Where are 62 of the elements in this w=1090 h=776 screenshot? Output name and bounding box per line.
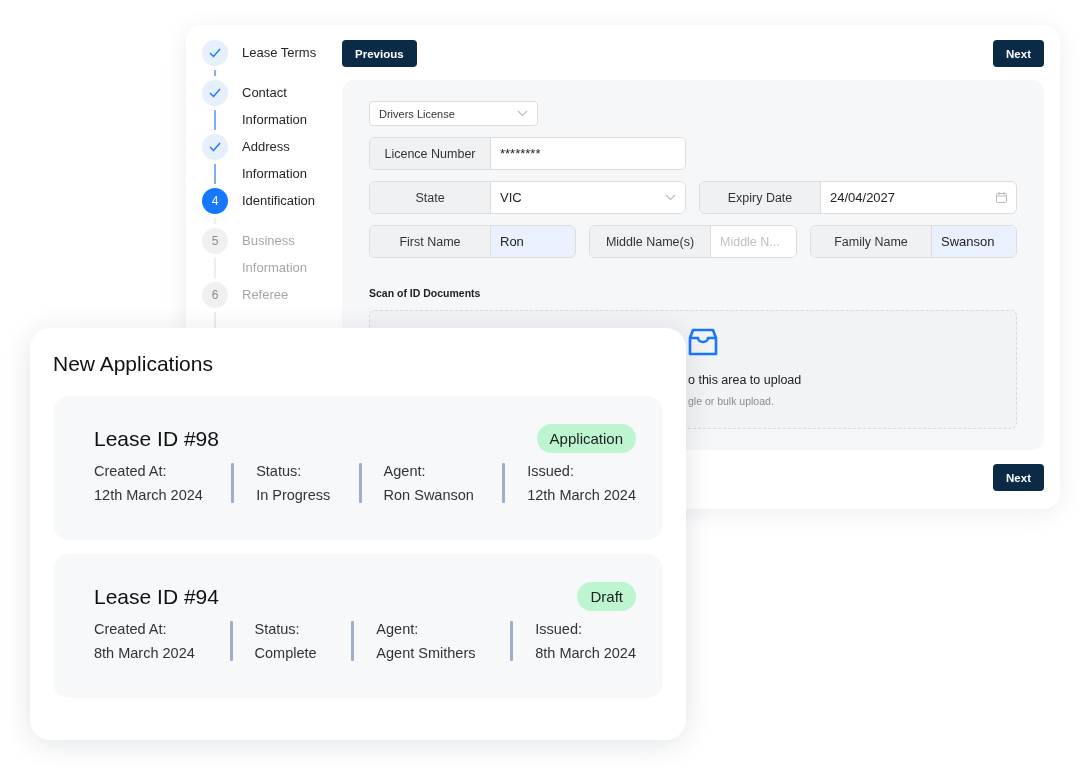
field-label: Family Name xyxy=(811,226,932,258)
card-title: New Applications xyxy=(53,352,214,376)
chevron-down-icon xyxy=(517,110,528,118)
field-value: ******** xyxy=(500,146,541,162)
input-field[interactable]: Licence Number ******** xyxy=(369,137,686,171)
application-card[interactable]: Lease ID #98 Application Created At: 12th March 2024 Status: In Progress Agent: Ron Swanson Issued: 12th March 2024 xyxy=(53,396,663,540)
document-type-select[interactable]: Drivers License xyxy=(369,101,538,127)
detail-label: Created At: xyxy=(94,621,168,637)
detail-value: 12th March 2024 xyxy=(94,487,203,503)
status-badge: Draft xyxy=(577,582,636,611)
check-icon xyxy=(209,142,221,152)
detail-value: Agent Smithers xyxy=(376,645,476,661)
detail-value: Complete xyxy=(254,645,317,661)
detail-value: 8th March 2024 xyxy=(94,645,195,661)
step-label[interactable]: Contact Information xyxy=(242,79,337,133)
field-value: Swanson xyxy=(941,234,995,250)
next-button[interactable]: Next xyxy=(993,40,1044,67)
upload-hint: gle or bulk upload. xyxy=(688,395,775,408)
lease-id: Lease ID #98 xyxy=(94,426,219,451)
next-button[interactable]: Next xyxy=(993,464,1044,491)
input-field[interactable]: Family Name Swanson xyxy=(810,225,1017,259)
detail-label: Issued: xyxy=(535,621,583,637)
lease-id: Lease ID #94 xyxy=(94,584,219,609)
detail-label: Status: xyxy=(256,463,303,479)
detail-label: Status: xyxy=(254,621,301,637)
step-number: 4 xyxy=(202,188,228,214)
calendar-icon xyxy=(996,192,1007,204)
field-value: VIC xyxy=(500,190,522,206)
step-label[interactable]: Identification xyxy=(242,187,337,214)
step-label[interactable]: Lease Terms xyxy=(242,39,337,66)
detail-label: Agent: xyxy=(376,621,420,637)
detail-value: 8th March 2024 xyxy=(535,645,636,661)
inbox-icon xyxy=(688,327,718,358)
field-label: Expiry Date xyxy=(700,182,821,214)
field-value: Ron xyxy=(500,234,524,250)
check-icon xyxy=(209,48,221,58)
detail-label: Agent: xyxy=(383,463,427,479)
step-number: 5 xyxy=(202,228,228,254)
field-label: Middle Name(s) xyxy=(590,226,711,258)
input-field[interactable]: Middle Name(s) Middle N... xyxy=(589,225,797,259)
chevron-down-icon xyxy=(665,194,676,202)
input-field[interactable]: First Name Ron xyxy=(369,225,576,259)
upload-text: o this area to upload xyxy=(688,373,803,388)
step-number: 6 xyxy=(202,282,228,308)
detail-value: In Progress xyxy=(256,487,331,503)
field-label: Licence Number xyxy=(370,138,491,170)
detail-label: Issued: xyxy=(527,463,575,479)
status-badge: Application xyxy=(536,424,636,453)
field-label: First Name xyxy=(370,226,491,258)
application-card[interactable]: Lease ID #94 Draft Created At: 8th March 2024 Status: Complete Agent: Agent Smithers Issued: 8th March 2024 xyxy=(53,554,663,698)
previous-button[interactable]: Previous xyxy=(342,40,417,67)
step-label[interactable]: Address Information xyxy=(242,133,337,187)
detail-label: Created At: xyxy=(94,463,168,479)
field-value: 24/04/2027 xyxy=(830,190,896,206)
detail-value: 12th March 2024 xyxy=(527,487,636,503)
input-field[interactable]: Expiry Date 24/04/2027 xyxy=(699,181,1017,215)
field-label: State xyxy=(370,182,491,214)
detail-value: Ron Swanson xyxy=(383,487,474,503)
check-icon xyxy=(209,88,221,98)
input-field[interactable]: State VIC xyxy=(369,181,686,215)
field-input[interactable]: Middle N... xyxy=(711,226,796,258)
section-label: Scan of ID Documents xyxy=(369,287,482,300)
